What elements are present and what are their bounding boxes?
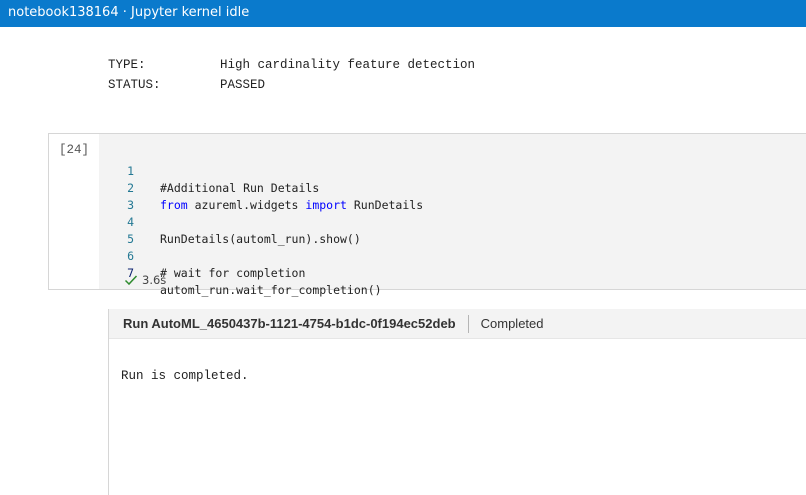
output-row-type: TYPE: High cardinality feature detection: [108, 57, 475, 77]
code-token: azureml.widgets: [187, 198, 306, 212]
code-line[interactable]: 3: [99, 180, 134, 212]
code-line[interactable]: 6 # wait for completion: [99, 231, 305, 280]
output-key: STATUS:: [108, 78, 161, 92]
keyword-token: from: [160, 198, 188, 212]
execution-count: [24]: [59, 143, 90, 157]
code-line[interactable]: 2 from azureml.widgets import RunDetails: [99, 163, 423, 212]
run-details-widget: Run AutoML_4650437b-1121-4754-b1dc-0f194…: [108, 309, 806, 495]
execution-time: 3.6s: [142, 273, 167, 287]
check-icon: [124, 275, 138, 286]
code-lines[interactable]: 1 #Additional Run Details 2 from azureml…: [99, 146, 423, 297]
code-token: RunDetails: [346, 198, 424, 212]
code-text[interactable]: #Additional Run Details: [160, 180, 319, 197]
window-title-bar: notebook138164 · Jupyter kernel idle: [0, 0, 806, 27]
previous-cell-output: TYPE: High cardinality feature detection …: [108, 57, 475, 97]
code-text[interactable]: RunDetails(automl_run).show(): [160, 231, 361, 248]
code-text[interactable]: automl_run.wait_for_completion(): [160, 282, 382, 299]
window-title: notebook138164 · Jupyter kernel idle: [8, 5, 250, 20]
output-key: TYPE:: [108, 58, 146, 72]
output-row-status: STATUS: PASSED: [108, 77, 475, 97]
run-status: Completed: [480, 316, 544, 331]
widget-header: Run AutoML_4650437b-1121-4754-b1dc-0f194…: [109, 309, 806, 339]
code-text[interactable]: from azureml.widgets import RunDetails: [160, 197, 423, 214]
code-line[interactable]: 5: [99, 214, 134, 246]
output-value: PASSED: [220, 78, 266, 92]
keyword-token: import: [305, 198, 347, 212]
code-text[interactable]: # wait for completion: [160, 265, 305, 282]
code-line[interactable]: 1 #Additional Run Details: [99, 146, 319, 195]
run-title: Run AutoML_4650437b-1121-4754-b1dc-0f194…: [123, 316, 456, 331]
code-line[interactable]: 4 RunDetails(automl_run).show(): [99, 197, 361, 246]
execution-status: 3.6s: [124, 272, 166, 288]
code-line[interactable]: 7 automl_run.wait_for_completion(): [99, 248, 382, 297]
output-value: High cardinality feature detection: [220, 58, 476, 72]
run-message: Run is completed.: [121, 369, 249, 383]
